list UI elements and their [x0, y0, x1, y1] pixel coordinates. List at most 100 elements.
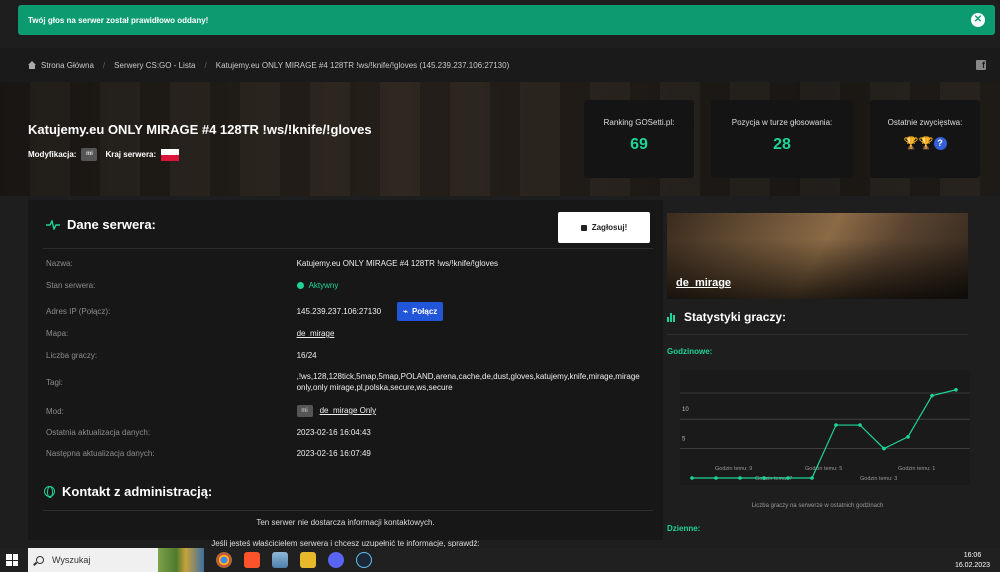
ranking-card: Ranking GOSetti.pl: 69	[584, 100, 694, 178]
ranking-label: Ranking GOSetti.pl:	[603, 118, 675, 127]
server-hero: Katujemy.eu ONLY MIRAGE #4 128TR !ws/!kn…	[0, 82, 1000, 196]
system-clock[interactable]: 16:06 16.02.2023	[955, 551, 990, 571]
row-ip: Adres IP (Połącz): 145.239.237.106:27130…	[46, 302, 656, 321]
discord-icon[interactable]	[328, 552, 344, 568]
data-point[interactable]	[858, 423, 862, 427]
recent-wins-icons: 🏆 🏆 ?	[870, 137, 980, 150]
row-name: Nazwa: Katujemy.eu ONLY MIRAGE #4 128TR …	[46, 258, 656, 269]
daily-label: Dzienne:	[667, 524, 701, 533]
map-card[interactable]: de_mirage	[667, 213, 968, 299]
breadcrumb-server-list[interactable]: Serwery CS:GO - Lista	[114, 61, 195, 70]
notepad-icon[interactable]	[272, 552, 288, 568]
connect-button-label[interactable]: Połącz	[412, 306, 437, 317]
player-stats-heading: Statystyki graczy:	[667, 310, 786, 324]
breadcrumb-separator: /	[102, 60, 106, 70]
mod-badge: mi	[81, 148, 98, 161]
country-label: Kraj serwera:	[105, 150, 157, 159]
row-label: Adres IP (Połącz):	[46, 307, 111, 316]
map-name-link[interactable]: de_mirage	[676, 277, 731, 289]
y-tick-label: 5	[682, 437, 686, 443]
search-placeholder: Wyszukaj	[52, 555, 91, 565]
success-notification: Twój głos na serwer został prawidłowo od…	[18, 5, 995, 35]
notification-text: Twój głos na serwer został prawidłowo od…	[28, 15, 209, 25]
x-tick-label: Godzin temu: 9	[715, 466, 752, 472]
x-tick-label: Godzin temu: 1	[898, 466, 935, 472]
close-icon[interactable]: ✕	[971, 13, 985, 27]
row-value: 16/24	[296, 351, 317, 360]
windows-start-icon[interactable]	[6, 554, 18, 566]
data-point[interactable]	[762, 476, 766, 480]
divider	[667, 334, 968, 335]
clock-time: 16:06	[963, 552, 982, 559]
facebook-icon[interactable]: f	[976, 60, 986, 70]
vote-button[interactable]: Zagłosuj!	[558, 212, 650, 243]
row-last-update: Ostatnia aktualizacja danych: 2023-02-16…	[46, 427, 656, 438]
row-value: Aktywny	[296, 280, 656, 291]
row-tags: Tagi: ,!ws,128,128tick,5map,5map,POLAND,…	[46, 371, 656, 393]
data-point[interactable]	[834, 423, 838, 427]
silver-trophy-icon: 🏆	[918, 136, 934, 150]
status-dot-icon	[296, 282, 304, 290]
clock-date: 16.02.2023	[954, 562, 990, 569]
players-series-line	[692, 389, 957, 479]
server-data-heading-text: Dane serwera:	[67, 217, 156, 232]
server-meta: Modyfikacja: mi Kraj serwera:	[28, 148, 180, 161]
row-label: Następna aktualizacja danych:	[46, 449, 155, 458]
data-point[interactable]	[930, 393, 934, 398]
connect-button[interactable]: ⌁ Połącz	[397, 302, 444, 321]
contact-owner-text: Jeśli jesteś właścicielem serwera i chce…	[211, 539, 480, 547]
map-link[interactable]: de_mirage	[297, 328, 656, 339]
row-label: Ostatnia aktualizacja danych:	[46, 428, 151, 437]
row-value: 2023-02-16 16:07:49	[296, 449, 371, 458]
vote-position-card: Pozycja w turze głosowania: 28	[711, 100, 853, 178]
mod-link[interactable]: de_mirage Only	[320, 406, 376, 415]
data-point[interactable]	[882, 446, 886, 451]
hourly-players-chart: 510Godzin temu: 9Godzin temu: 7Godzin te…	[680, 370, 970, 485]
brave-icon[interactable]	[238, 548, 266, 572]
row-label: Mod:	[46, 406, 64, 416]
taskbar-search-input[interactable]: Wyszukaj	[28, 548, 204, 572]
row-value: ,!ws,128,128tick,5map,5map,POLAND,arena,…	[296, 372, 640, 392]
row-label: Stan serwera:	[46, 281, 96, 290]
row-label: Nazwa:	[46, 259, 73, 268]
chrome-icon[interactable]	[216, 552, 232, 568]
row-label: Liczba graczy:	[46, 351, 98, 360]
ip-address: 145.239.237.106:27130	[296, 307, 382, 316]
data-point[interactable]	[714, 476, 718, 480]
divider	[43, 248, 653, 249]
data-point[interactable]	[690, 476, 694, 480]
windows-taskbar: Wyszukaj 16:06 16.02.2023	[0, 548, 1000, 572]
vote-position-value: 28	[773, 136, 791, 153]
data-point[interactable]	[906, 435, 910, 439]
data-point[interactable]	[954, 387, 958, 392]
breadcrumb: Strona Główna / Serwery CS:GO - Lista / …	[0, 48, 1000, 82]
lock-icon	[580, 224, 587, 231]
divider	[43, 510, 653, 511]
breadcrumb-home-label[interactable]: Strona Główna	[41, 61, 94, 70]
contact-info-text: Ten serwer nie dostarcza informacji kont…	[256, 518, 435, 527]
pulse-icon	[46, 219, 60, 230]
data-point[interactable]	[810, 476, 814, 480]
ranking-value: 69	[630, 136, 648, 153]
server-data-heading: Dane serwera:	[46, 217, 156, 232]
question-icon[interactable]: ?	[933, 137, 947, 150]
home-icon	[28, 61, 36, 69]
globe-icon	[44, 486, 55, 498]
data-point[interactable]	[786, 476, 790, 480]
row-label: Tagi:	[46, 377, 63, 387]
vote-position-label: Pozycja w turze głosowania:	[731, 118, 833, 127]
file-explorer-icon[interactable]	[300, 552, 316, 568]
x-tick-label: Godzin temu: 3	[860, 476, 897, 482]
contact-heading-text: Kontakt z administracją:	[62, 484, 213, 499]
mod-label: Modyfikacja:	[28, 150, 77, 159]
data-point[interactable]	[738, 476, 742, 480]
vote-button-label[interactable]: Zagłosuj!	[592, 223, 628, 232]
row-map: Mapa: de_mirage	[46, 328, 656, 339]
status-badge: Aktywny	[308, 281, 339, 290]
row-value: 2023-02-16 16:04:43	[296, 428, 371, 437]
mod-badge: mi	[296, 405, 313, 417]
row-status: Stan serwera: Aktywny	[46, 280, 656, 291]
row-value: 145.239.237.106:27130 ⌁ Połącz	[297, 302, 656, 321]
steam-icon[interactable]	[356, 552, 372, 568]
breadcrumb-home[interactable]: Strona Główna	[28, 61, 94, 70]
